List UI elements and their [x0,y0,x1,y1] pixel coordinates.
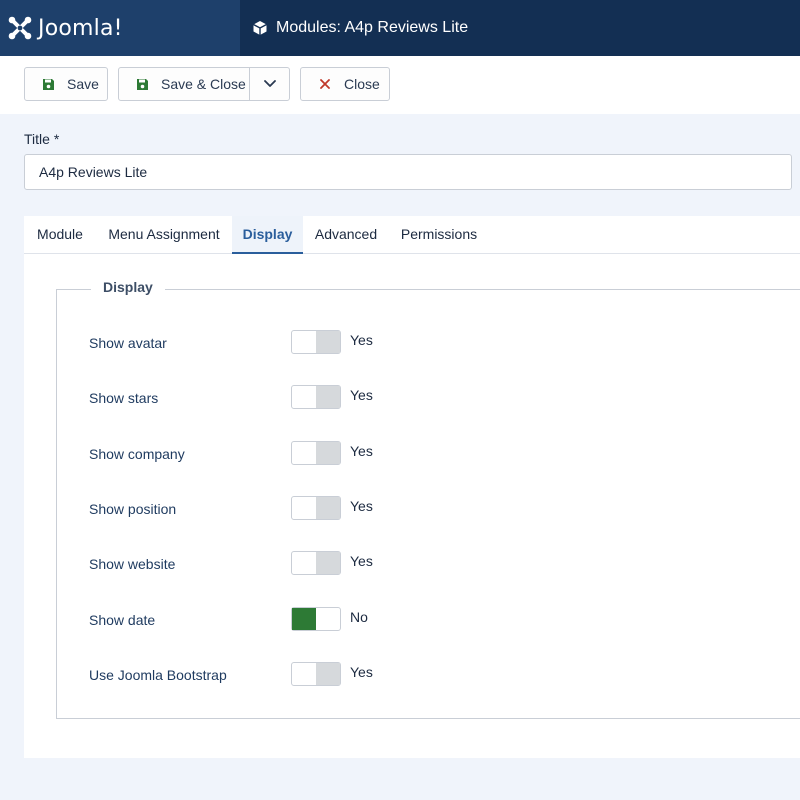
toggle-switch[interactable] [291,551,341,575]
toggle-switch[interactable] [291,496,341,520]
save-label: Save [67,76,99,92]
toggle-knob [316,497,340,519]
toggle-switch[interactable] [291,662,341,686]
field-label: Use Joomla Bootstrap [89,667,227,683]
page-title: Modules: A4p Reviews Lite [276,19,469,36]
top-header: Joomla! Modules: A4p Reviews Lite [0,0,800,56]
close-button[interactable]: Close [300,67,390,101]
toggle-knob [316,386,340,408]
toggle-knob [316,663,340,685]
toggle-knob [316,552,340,574]
toggle-knob [316,331,340,353]
chevron-down-icon [264,80,276,87]
save-button[interactable]: Save [24,67,108,101]
toggle-value: Yes [350,498,373,514]
display-panel: Display Show avatar Yes Show stars Yes Show … [24,254,800,758]
tab-bar: Module Menu Assignment Display Advanced … [24,216,800,254]
field-label: Show avatar [89,335,167,351]
cube-icon [253,21,267,35]
toggle-value: Yes [350,443,373,459]
floppy-disk-icon [135,77,149,91]
page-title-wrap: Modules: A4p Reviews Lite [252,0,468,56]
title-label: Title * [24,131,60,147]
brand-name: Joomla! [38,15,123,41]
x-icon [318,77,332,91]
title-input[interactable] [24,154,792,190]
tab-menu-assignment[interactable]: Menu Assignment [96,216,232,254]
toggle-value: Yes [350,332,373,348]
toggle-knob [316,442,340,464]
field-label: Show website [89,556,176,572]
floppy-disk-icon [41,77,55,91]
save-options-dropdown[interactable] [250,68,290,100]
save-close-label: Save & Close [161,76,246,92]
brand-area[interactable]: Joomla! [0,0,240,56]
toggle-switch[interactable] [291,441,341,465]
toggle-switch[interactable] [291,385,341,409]
joomla-logo-icon [8,16,32,40]
fieldset-legend: Display [91,279,165,295]
field-label: Show date [89,612,156,628]
toolbar: Save Save & Close Close [0,56,800,114]
tab-display[interactable]: Display [232,216,303,254]
tab-permissions[interactable]: Permissions [389,216,489,254]
toggle-knob [292,608,316,630]
toggle-value: No [350,609,368,625]
close-label: Close [344,76,380,92]
save-close-button[interactable]: Save & Close [118,67,290,101]
toggle-value: Yes [350,664,373,680]
field-label: Show company [89,446,185,462]
toggle-switch[interactable] [291,607,341,631]
tab-advanced[interactable]: Advanced [303,216,389,254]
field-label: Show position [89,501,177,517]
toggle-switch[interactable] [291,330,341,354]
field-label: Show stars [89,390,159,406]
toggle-value: Yes [350,553,373,569]
toggle-value: Yes [350,387,373,403]
tab-module[interactable]: Module [24,216,96,254]
